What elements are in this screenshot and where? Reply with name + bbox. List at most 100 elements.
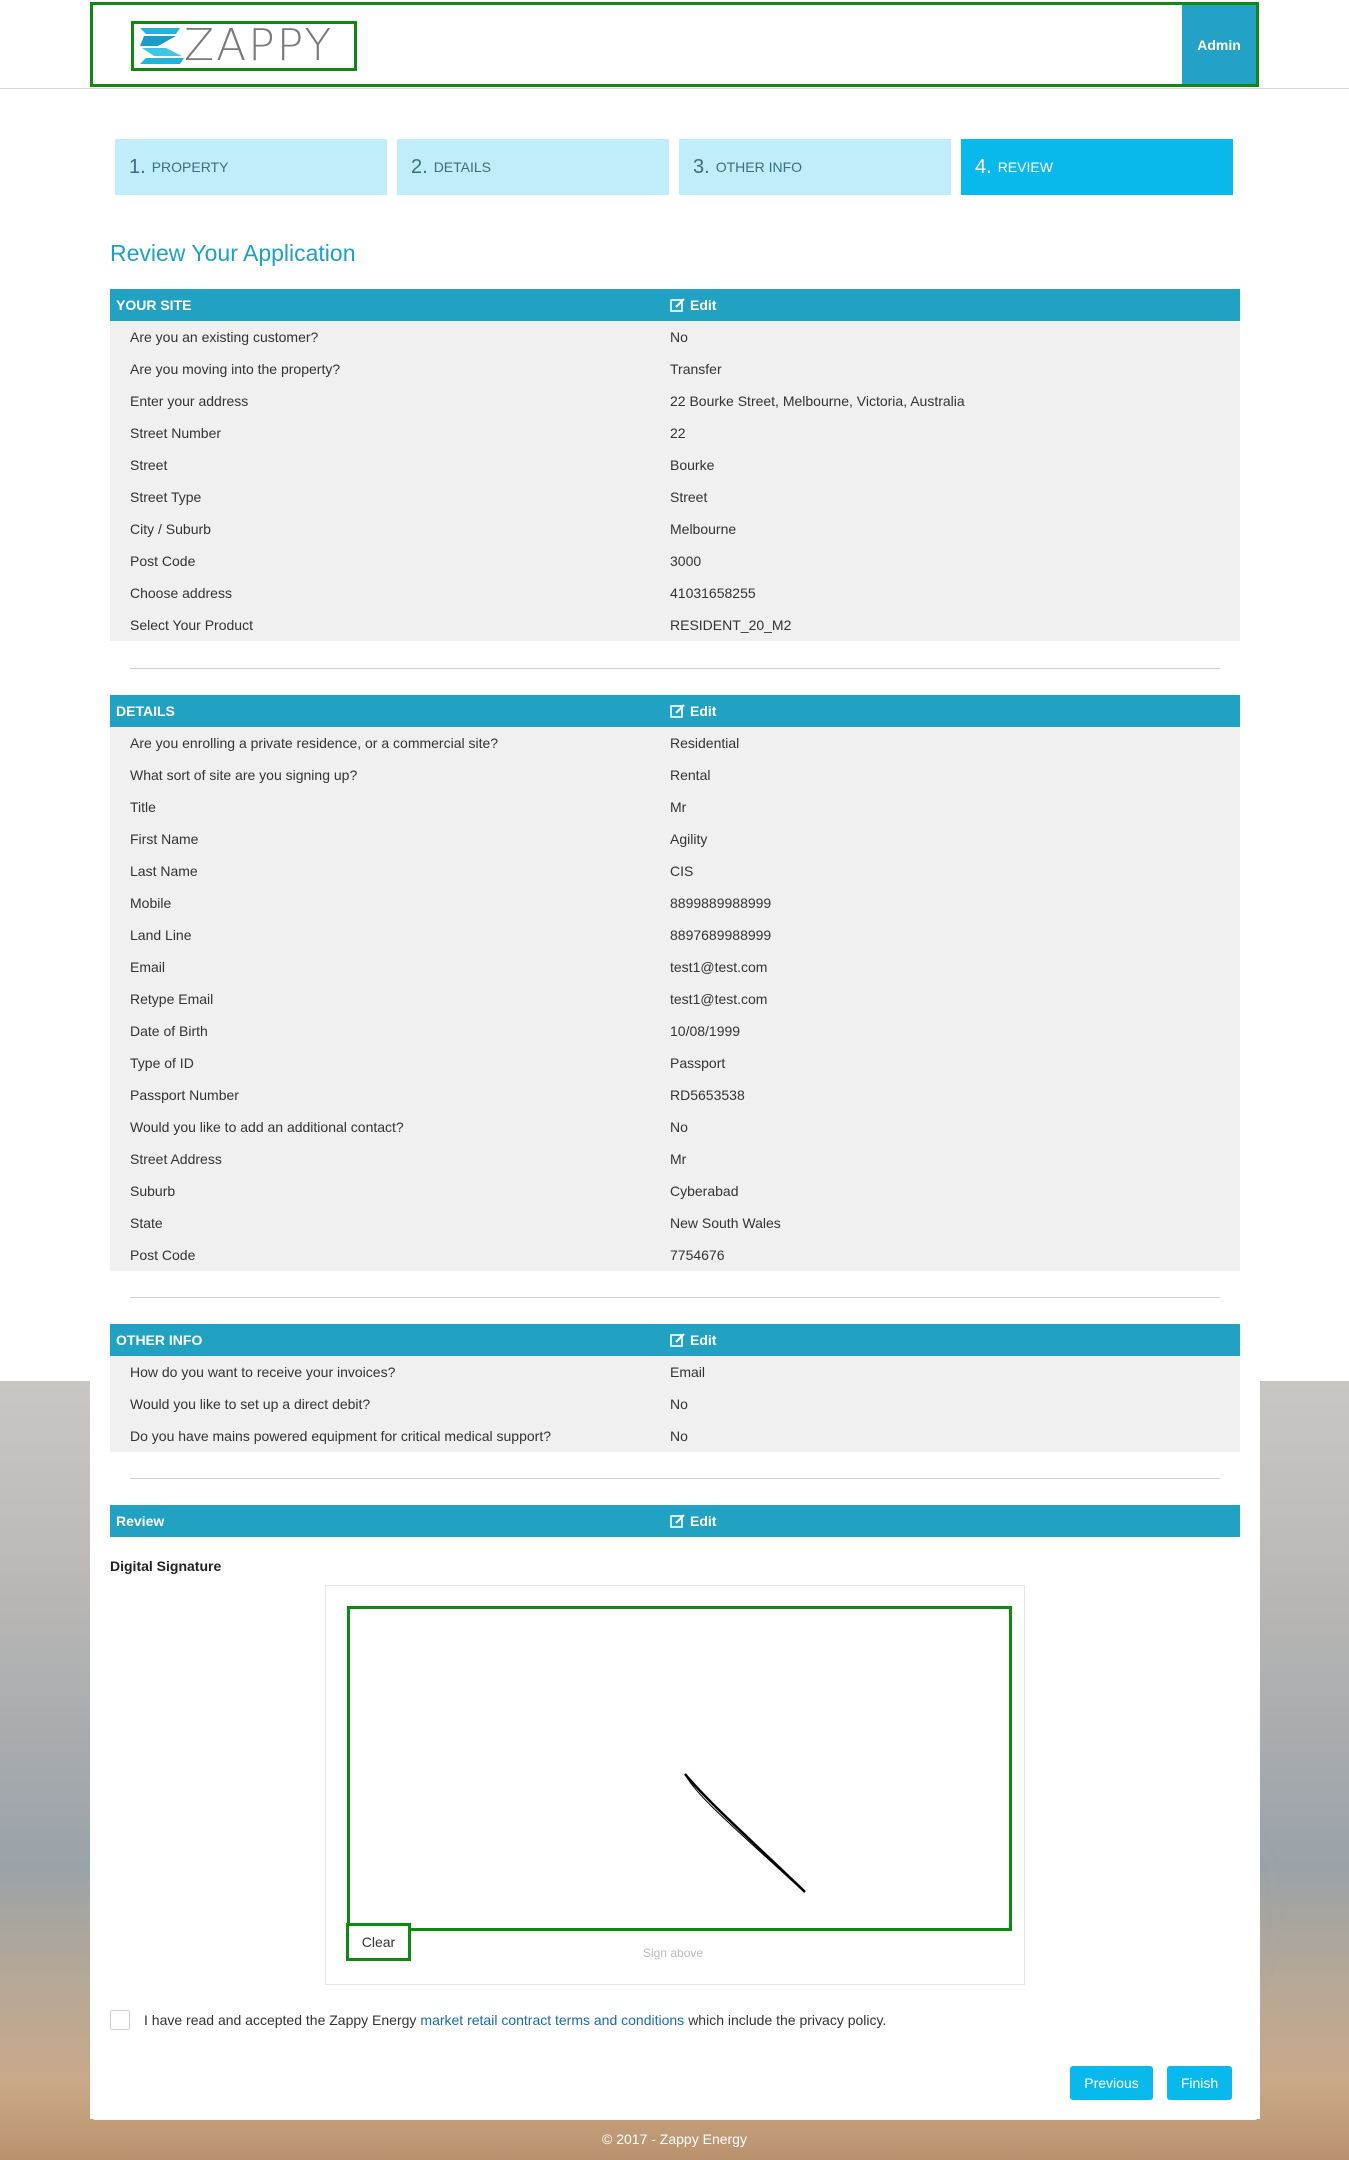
previous-button[interactable]: Previous bbox=[1070, 2066, 1153, 2100]
table-row: Email test1@test.com bbox=[110, 951, 1240, 983]
logo[interactable]: ZAPPY bbox=[131, 21, 357, 71]
header: ZAPPY Admin bbox=[90, 2, 1259, 87]
step-label: OTHER INFO bbox=[715, 159, 803, 175]
wizard-steps: 1. PROPERTY 2. DETAILS 3. OTHER INFO 4. … bbox=[115, 139, 1233, 195]
row-question: Would you like to set up a direct debit? bbox=[130, 1396, 371, 1412]
row-question: Street Number bbox=[130, 425, 222, 441]
row-question: City / Suburb bbox=[130, 521, 211, 537]
row-question: Select Your Product bbox=[130, 617, 253, 633]
row-answer: 3000 bbox=[670, 553, 702, 569]
edit-your-site-button[interactable]: Edit bbox=[670, 289, 716, 321]
row-answer: No bbox=[670, 1428, 688, 1444]
table-row: Date of Birth 10/08/1999 bbox=[110, 1015, 1240, 1047]
table-row: Choose address 41031658255 bbox=[110, 577, 1240, 609]
step-review[interactable]: 4. REVIEW bbox=[961, 139, 1233, 195]
section-header: DETAILS Edit bbox=[110, 695, 1240, 727]
section-divider bbox=[130, 1478, 1220, 1479]
table-row: Would you like to add an additional cont… bbox=[110, 1111, 1240, 1143]
rows-container: Are you an existing customer? No Are you m… bbox=[110, 321, 1240, 641]
row-question: Street Address bbox=[130, 1151, 222, 1167]
row-question: How do you want to receive your invoices… bbox=[130, 1364, 396, 1380]
step-number: 3. bbox=[693, 155, 710, 178]
section-title: YOUR SITE bbox=[116, 297, 192, 313]
row-question: Date of Birth bbox=[130, 1023, 208, 1039]
signature-canvas[interactable] bbox=[347, 1606, 1012, 1931]
row-question: First Name bbox=[130, 831, 199, 847]
row-question: State bbox=[130, 1215, 163, 1231]
row-answer: 8897689988999 bbox=[670, 927, 772, 943]
row-question: Land Line bbox=[130, 927, 192, 943]
row-question: Street Type bbox=[130, 489, 202, 505]
table-row: Street Type Street bbox=[110, 481, 1240, 513]
row-answer: No bbox=[670, 329, 688, 345]
row-question: Title bbox=[130, 799, 156, 815]
section-header: Review Edit bbox=[110, 1505, 1240, 1537]
terms-row: I have read and accepted the Zappy Energ… bbox=[110, 2010, 886, 2030]
row-answer: Passport bbox=[670, 1055, 726, 1071]
row-answer: No bbox=[670, 1396, 688, 1412]
row-question: Last Name bbox=[130, 863, 198, 879]
terms-prefix: I have read and accepted the Zappy Energ… bbox=[144, 2012, 417, 2028]
edit-icon bbox=[670, 298, 685, 312]
edit-review-button[interactable]: Edit bbox=[670, 1505, 716, 1537]
table-row: Street Number 22 bbox=[110, 417, 1240, 449]
row-answer: Bourke bbox=[670, 457, 715, 473]
table-row: First Name Agility bbox=[110, 823, 1240, 855]
row-question: Type of ID bbox=[130, 1055, 194, 1071]
table-row: Post Code 3000 bbox=[110, 545, 1240, 577]
table-row: Post Code 7754676 bbox=[110, 1239, 1240, 1271]
table-row: Select Your Product RESIDENT_20_M2 bbox=[110, 609, 1240, 641]
step-label: REVIEW bbox=[997, 159, 1053, 175]
section-review: Review Edit bbox=[110, 1505, 1240, 1537]
row-answer: Cyberabad bbox=[670, 1183, 739, 1199]
step-number: 1. bbox=[129, 155, 146, 178]
logo-text: ZAPPY bbox=[184, 20, 334, 71]
edit-label: Edit bbox=[690, 1332, 717, 1348]
row-answer: 41031658255 bbox=[670, 585, 756, 601]
section-divider bbox=[130, 1297, 1220, 1298]
finish-button[interactable]: Finish bbox=[1167, 2066, 1232, 2100]
row-answer: Mr bbox=[670, 799, 687, 815]
admin-button[interactable]: Admin bbox=[1182, 5, 1256, 84]
edit-icon bbox=[670, 1514, 685, 1528]
table-row: City / Suburb Melbourne bbox=[110, 513, 1240, 545]
table-row: Passport Number RD5653538 bbox=[110, 1079, 1240, 1111]
row-question: Are you enrolling a private residence, o… bbox=[130, 735, 499, 751]
section-header: OTHER INFO Edit bbox=[110, 1324, 1240, 1356]
row-question: Choose address bbox=[130, 585, 232, 601]
edit-other-info-button[interactable]: Edit bbox=[670, 1324, 716, 1356]
edit-details-button[interactable]: Edit bbox=[670, 695, 716, 727]
table-row: How do you want to receive your invoices… bbox=[110, 1356, 1240, 1388]
table-row: Land Line 8897689988999 bbox=[110, 919, 1240, 951]
row-answer: Mr bbox=[670, 1151, 687, 1167]
step-other-info[interactable]: 3. OTHER INFO bbox=[679, 139, 951, 195]
clear-signature-button[interactable]: Clear bbox=[346, 1923, 411, 1961]
row-question: Mobile bbox=[130, 895, 172, 911]
signature-label: Digital Signature bbox=[110, 1558, 222, 1574]
section-other-info: OTHER INFO Edit How do you want to recei… bbox=[110, 1324, 1240, 1452]
step-property[interactable]: 1. PROPERTY bbox=[115, 139, 387, 195]
terms-link[interactable]: market retail contract terms and conditi… bbox=[420, 2012, 684, 2028]
table-row: What sort of site are you signing up? Ren… bbox=[110, 759, 1240, 791]
edit-icon bbox=[670, 1333, 685, 1347]
row-answer: Street bbox=[670, 489, 708, 505]
step-details[interactable]: 2. DETAILS bbox=[397, 139, 669, 195]
table-row: Are you moving into the property? Transfe… bbox=[110, 353, 1240, 385]
table-row: Type of ID Passport bbox=[110, 1047, 1240, 1079]
row-answer: Residential bbox=[670, 735, 740, 751]
row-answer: RD5653538 bbox=[670, 1087, 745, 1103]
row-answer: RESIDENT_20_M2 bbox=[670, 617, 792, 633]
row-answer: Rental bbox=[670, 767, 711, 783]
row-answer: Email bbox=[670, 1364, 706, 1380]
section-title: DETAILS bbox=[116, 703, 175, 719]
table-row: Enter your address 22 Bourke Street, Melb… bbox=[110, 385, 1240, 417]
row-question: What sort of site are you signing up? bbox=[130, 767, 358, 783]
step-label: PROPERTY bbox=[151, 159, 229, 175]
row-question: Suburb bbox=[130, 1183, 176, 1199]
edit-label: Edit bbox=[690, 1513, 717, 1529]
row-question: Email bbox=[130, 959, 166, 975]
terms-checkbox[interactable] bbox=[110, 2010, 130, 2030]
row-question: Are you moving into the property? bbox=[130, 361, 341, 377]
page-title: Review Your Application bbox=[110, 240, 356, 266]
table-row: Last Name CIS bbox=[110, 855, 1240, 887]
